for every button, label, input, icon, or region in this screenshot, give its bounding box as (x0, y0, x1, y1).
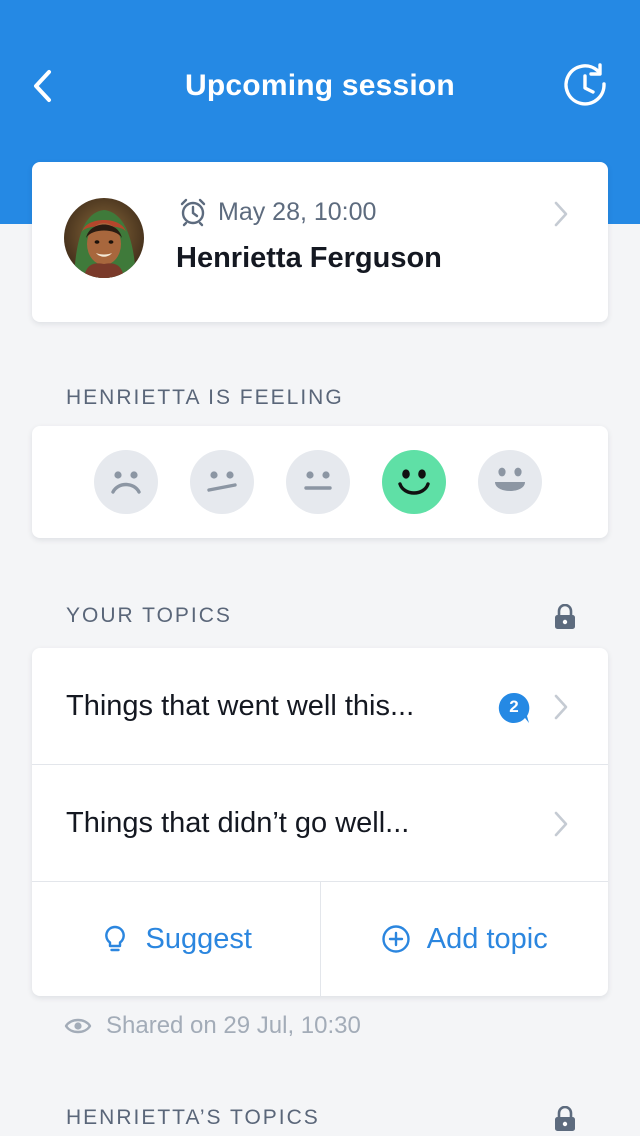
shared-status: Shared on 29 Jul, 10:30 (64, 1010, 361, 1042)
avatar (64, 198, 144, 278)
your-topics-section-label: YOUR TOPICS (66, 604, 232, 627)
add-topic-label: Add topic (426, 922, 548, 955)
comment-count-badge: 2 (509, 697, 519, 716)
lightbulb-icon (100, 924, 130, 954)
mood-selector (94, 450, 542, 514)
mood-happy-button[interactable] (382, 450, 446, 514)
mood-unsure-button[interactable] (190, 450, 254, 514)
clock-history-icon (564, 63, 606, 106)
session-card[interactable]: May 28, 10:00 Henrietta Ferguson (32, 162, 608, 322)
session-time: May 28, 10:00 (178, 196, 376, 228)
back-button[interactable] (22, 66, 62, 106)
topic-title: Things that didn’t go well... (66, 807, 410, 839)
eye-icon (64, 1015, 92, 1037)
henrietta-topics-section-label: HENRIETTA’S TOPICS (66, 1106, 320, 1129)
topic-actions: Suggest Add topic (32, 882, 608, 996)
topic-title: Things that went well this... (66, 690, 415, 722)
very-sad-face-icon (111, 471, 141, 494)
topic-row[interactable]: Things that went well this... 2 (32, 648, 608, 765)
chevron-left-icon (34, 70, 51, 102)
history-button[interactable] (560, 60, 612, 112)
feeling-section-label: HENRIETTA IS FEELING (66, 386, 344, 409)
lock-icon (554, 1106, 576, 1132)
neutral-face-icon (304, 471, 332, 490)
session-person-name: Henrietta Ferguson (176, 242, 442, 274)
suggest-label: Suggest (145, 922, 252, 955)
alarm-clock-icon (178, 197, 208, 227)
your-topics-card: Things that went well this... 2 Things t… (32, 648, 608, 996)
chevron-right-icon (552, 200, 570, 228)
mood-very-happy-button[interactable] (478, 450, 542, 514)
lock-icon (554, 604, 576, 630)
page-title: Upcoming session (185, 69, 455, 102)
unsure-face-icon (207, 471, 237, 492)
very-happy-face-icon (495, 467, 525, 491)
suggest-button[interactable]: Suggest (32, 882, 320, 996)
add-topic-button[interactable]: Add topic (319, 882, 609, 996)
chevron-right-icon (552, 810, 570, 838)
session-time-text: May 28, 10:00 (218, 197, 377, 226)
mood-card (32, 426, 608, 538)
chevron-right-icon (552, 693, 570, 721)
shared-text: Shared on 29 Jul, 10:30 (106, 1012, 361, 1039)
topic-row[interactable]: Things that didn’t go well... (32, 765, 608, 882)
mood-neutral-button[interactable] (286, 450, 350, 514)
happy-face-icon (398, 469, 430, 495)
navigation-bar: Upcoming session (0, 40, 640, 132)
mood-very-sad-button[interactable] (94, 450, 158, 514)
plus-circle-icon (381, 924, 411, 954)
